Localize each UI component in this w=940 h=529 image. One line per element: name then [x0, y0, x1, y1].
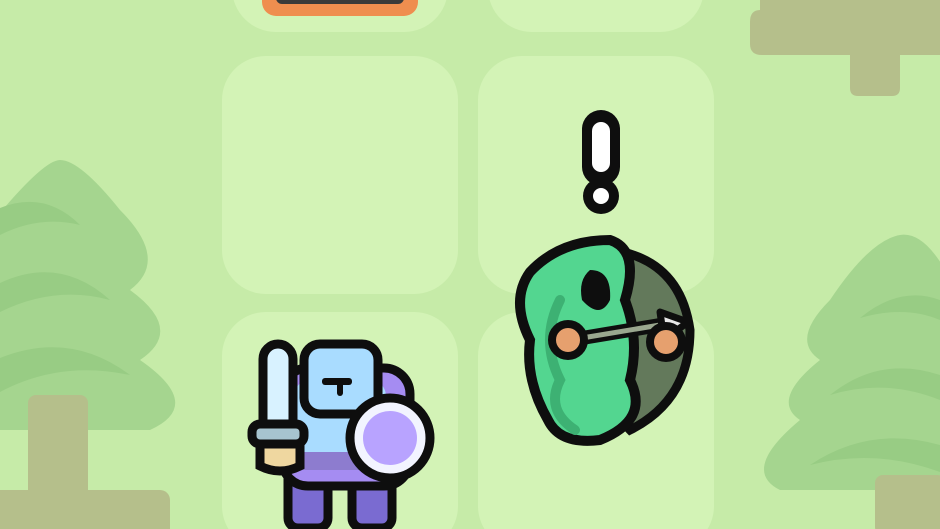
- game-board: [0, 0, 940, 529]
- exclamation-mark-icon: [582, 110, 620, 214]
- sword-icon: [247, 339, 309, 476]
- board-tile-top-right[interactable]: [488, 0, 704, 32]
- offscreen-unit-card[interactable]: [262, 0, 418, 16]
- board-tile-middle-left[interactable]: [222, 56, 458, 294]
- game-scene: [0, 0, 940, 529]
- shield-icon: [345, 393, 435, 483]
